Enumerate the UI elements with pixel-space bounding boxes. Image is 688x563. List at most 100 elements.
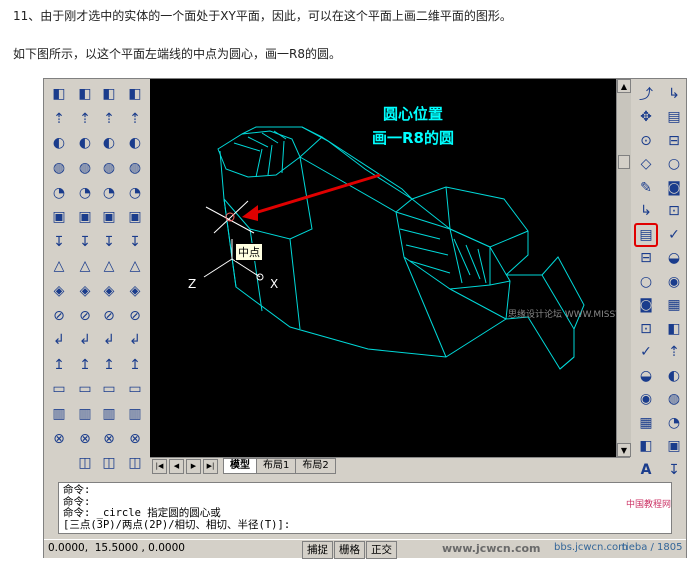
tab-first-icon[interactable]: |◀ — [152, 458, 167, 474]
tab-last-icon[interactable]: ▶| — [203, 458, 218, 474]
tab-next-icon[interactable]: ▶ — [186, 458, 201, 474]
profile3d-icon[interactable]: ▥ — [122, 402, 148, 427]
scroll-down-arrow[interactable]: ▼ — [617, 443, 631, 457]
snap-toggle[interactable]: 捕捉 — [302, 541, 333, 559]
shade3d-icon[interactable]: ⊗ — [122, 426, 148, 451]
cylinder3d-icon[interactable]: ◐ — [122, 131, 148, 156]
ucs-move-icon[interactable]: ⊗ — [46, 426, 72, 451]
ucs-3point-icon[interactable]: ◈ — [46, 279, 72, 304]
delete-face-icon[interactable]: ↧ — [96, 230, 122, 255]
setup-profile-icon[interactable]: ▥ — [72, 402, 98, 427]
erase-icon[interactable]: ↳ — [662, 82, 686, 106]
taper-face-icon[interactable]: ◈ — [96, 279, 122, 304]
extrude-icon[interactable]: ↧ — [72, 230, 98, 255]
box3d-icon[interactable]: ◧ — [122, 82, 148, 107]
ucs-object-icon[interactable]: ◔ — [46, 180, 72, 205]
ucs-origin-icon[interactable]: ↧ — [46, 230, 72, 255]
ucs-y-icon[interactable]: ↲ — [46, 328, 72, 353]
ucs-world-icon[interactable]: ⇡ — [46, 107, 72, 132]
fillet-icon[interactable]: ▣ — [662, 435, 686, 459]
command-prompt-line[interactable]: [三点(3P)/两点(2P)/相切、相切、半径(T)]: — [63, 519, 671, 532]
subtract-icon[interactable]: ⇡ — [96, 107, 122, 132]
insert-block-icon[interactable]: ✓ — [634, 341, 658, 365]
break-icon[interactable]: ◐ — [662, 364, 686, 388]
ucs-view-icon[interactable]: ▣ — [46, 205, 72, 230]
region-icon[interactable]: ◧ — [634, 435, 658, 459]
move-face-icon[interactable]: ◔ — [96, 180, 122, 205]
revolve-icon[interactable]: △ — [72, 254, 98, 279]
interfere-icon[interactable]: ↲ — [72, 328, 98, 353]
sphere3d-icon[interactable]: ⇡ — [122, 107, 148, 132]
light-icon[interactable]: ◫ — [72, 451, 98, 476]
copy-edge-icon[interactable]: ↥ — [96, 353, 122, 378]
color-face-icon[interactable]: ↲ — [96, 328, 122, 353]
scale-icon[interactable]: ◒ — [662, 247, 686, 271]
scroll-up-arrow[interactable]: ▲ — [617, 79, 631, 93]
setup-drawing-icon[interactable]: ↥ — [72, 353, 98, 378]
extend-icon[interactable]: ◧ — [662, 317, 686, 341]
hatch-icon[interactable]: ▦ — [634, 411, 658, 435]
circle-icon[interactable]: ▤ — [634, 223, 658, 247]
copy-icon[interactable]: ▤ — [662, 106, 686, 130]
view3d-icon[interactable]: ▭ — [122, 377, 148, 402]
torus-icon[interactable]: ▣ — [72, 205, 98, 230]
explode-icon[interactable]: ↧ — [662, 458, 686, 482]
wedge3d-icon[interactable]: ◔ — [122, 180, 148, 205]
ucs-z-icon[interactable]: ↥ — [46, 353, 72, 378]
ortho-toggle[interactable]: 正交 — [366, 541, 397, 559]
setup3d-icon[interactable]: ↥ — [122, 353, 148, 378]
slice3d-icon[interactable]: ◈ — [122, 279, 148, 304]
extrude-face-icon[interactable]: ◍ — [96, 156, 122, 181]
imprint-icon[interactable]: ▥ — [96, 402, 122, 427]
spline-icon[interactable]: ○ — [634, 270, 658, 294]
section3d-icon[interactable]: ⊘ — [122, 303, 148, 328]
interfere3d-icon[interactable]: ↲ — [122, 328, 148, 353]
ellipse-icon[interactable]: ◙ — [634, 294, 658, 318]
multiline-text-icon[interactable]: A — [634, 458, 658, 482]
slice-icon[interactable]: ◈ — [72, 279, 98, 304]
render-icon[interactable]: ⊗ — [72, 426, 98, 451]
chamfer-icon[interactable]: ◔ — [662, 411, 686, 435]
ucs-icon[interactable]: ◧ — [46, 82, 72, 107]
line-icon[interactable]: ⤴ — [634, 82, 658, 106]
cylinder-icon[interactable]: ◐ — [72, 131, 98, 156]
clean-icon[interactable]: ⊗ — [96, 426, 122, 451]
vertical-scrollbar[interactable]: ▲ ▼ — [616, 79, 631, 457]
separate-icon[interactable]: ◫ — [96, 451, 122, 476]
tab-layout1[interactable]: 布局1 — [256, 458, 297, 474]
cone-icon[interactable]: ◍ — [72, 156, 98, 181]
ucs-named-icon[interactable]: ▥ — [46, 402, 72, 427]
point-icon[interactable]: ◉ — [634, 388, 658, 412]
array-icon[interactable]: ◙ — [662, 176, 686, 200]
drawing-viewport[interactable]: 圆心位置 画一R8的圆 中点 Z X 思缘设计论坛 WWW.MISSVUAN.C… — [150, 79, 616, 457]
rotate-icon[interactable]: ✓ — [662, 223, 686, 247]
grid-toggle[interactable]: 栅格 — [334, 541, 365, 559]
section-icon[interactable]: ⊘ — [72, 303, 98, 328]
sphere-icon[interactable]: ⇡ — [72, 107, 98, 132]
tab-layout2[interactable]: 布局2 — [295, 458, 336, 474]
copy-face-icon[interactable]: ⊘ — [96, 303, 122, 328]
revcloud-icon[interactable]: ⊟ — [634, 247, 658, 271]
box-icon[interactable]: ◧ — [72, 82, 98, 107]
ucs-apply-icon[interactable]: ▭ — [46, 377, 72, 402]
tab-model[interactable]: 模型 — [223, 458, 257, 474]
ucs-face-icon[interactable]: ◍ — [46, 156, 72, 181]
intersect-icon[interactable]: ◐ — [96, 131, 122, 156]
trim-icon[interactable]: ▦ — [662, 294, 686, 318]
polyline-icon[interactable]: ⊙ — [634, 129, 658, 153]
wedge-icon[interactable]: ◔ — [72, 180, 98, 205]
construction-line-icon[interactable]: ✥ — [634, 106, 658, 130]
arc-icon[interactable]: ↳ — [634, 200, 658, 224]
break-point-icon[interactable]: ⇡ — [662, 341, 686, 365]
rectangle-icon[interactable]: ✎ — [634, 176, 658, 200]
move-icon[interactable]: ⊡ — [662, 200, 686, 224]
ellipse-arc-icon[interactable]: ⊡ — [634, 317, 658, 341]
offset-face-icon[interactable]: ▣ — [96, 205, 122, 230]
polygon-icon[interactable]: ◇ — [634, 153, 658, 177]
join-icon[interactable]: ◍ — [662, 388, 686, 412]
setup-view-icon[interactable]: ▭ — [72, 377, 98, 402]
offset-icon[interactable]: ○ — [662, 153, 686, 177]
command-line[interactable]: 命令: 命令: 命令: _circle 指定圆的圆心或 [三点(3P)/两点(2… — [58, 482, 672, 534]
cone3d-icon[interactable]: ◍ — [122, 156, 148, 181]
render3d-icon[interactable]: ◫ — [122, 451, 148, 476]
